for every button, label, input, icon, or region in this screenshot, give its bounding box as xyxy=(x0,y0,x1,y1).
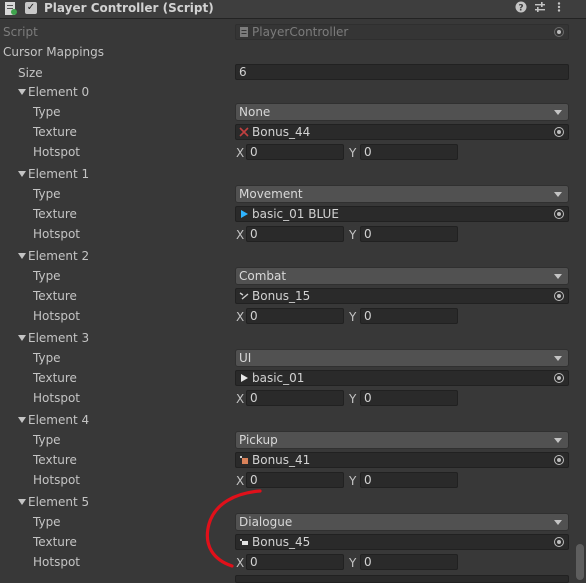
annotation-stroke xyxy=(205,489,262,568)
